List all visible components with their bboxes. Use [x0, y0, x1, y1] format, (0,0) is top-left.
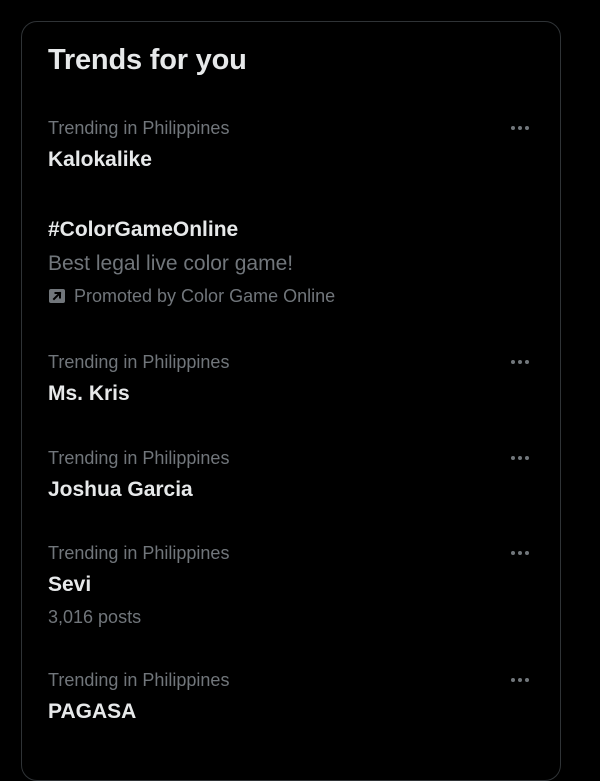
- trend-item[interactable]: Trending in Philippines Ms. Kris: [22, 351, 560, 407]
- trend-context: Trending in Philippines: [48, 670, 230, 690]
- trend-context: Trending in Philippines: [48, 118, 230, 138]
- more-options-icon[interactable]: [504, 542, 536, 564]
- more-options-icon[interactable]: [504, 669, 536, 691]
- trend-context: Trending in Philippines: [48, 448, 230, 468]
- more-options-icon[interactable]: [504, 117, 536, 139]
- panel-title: Trends for you: [48, 44, 247, 76]
- promoted-description: Best legal live color game!: [48, 252, 294, 275]
- promoted-trend[interactable]: #ColorGameOnline Best legal live color g…: [22, 217, 560, 307]
- trend-item[interactable]: Trending in Philippines Kalokalike: [22, 117, 560, 173]
- trend-name: Joshua Garcia: [48, 478, 193, 501]
- promoted-name: #ColorGameOnline: [48, 218, 239, 241]
- trend-context: Trending in Philippines: [48, 352, 230, 372]
- promoted-by: Promoted by Color Game Online: [48, 285, 560, 307]
- promoted-arrow-icon: [48, 287, 66, 305]
- trends-panel: Trends for you Trending in Philippines K…: [21, 21, 561, 781]
- trend-item[interactable]: Trending in Philippines Joshua Garcia: [22, 447, 560, 503]
- more-options-icon[interactable]: [504, 351, 536, 373]
- trend-name: Sevi: [48, 573, 92, 596]
- trend-name: Ms. Kris: [48, 382, 130, 405]
- trend-post-count: 3,016 posts: [48, 607, 142, 627]
- trend-item[interactable]: Trending in Philippines PAGASA: [22, 669, 560, 725]
- trend-name: Kalokalike: [48, 148, 152, 171]
- promoted-by-label: Promoted by Color Game Online: [74, 286, 336, 306]
- trend-item[interactable]: Trending in Philippines Sevi 3,016 posts: [22, 542, 560, 628]
- trend-name: PAGASA: [48, 700, 137, 723]
- trend-context: Trending in Philippines: [48, 543, 230, 563]
- more-options-icon[interactable]: [504, 447, 536, 469]
